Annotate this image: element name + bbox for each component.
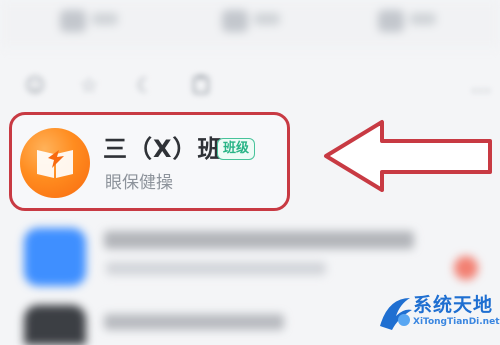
app-icon xyxy=(24,228,86,286)
toolbar-icon[interactable] xyxy=(60,10,86,32)
class-badge: 班级 xyxy=(217,138,256,160)
unread-badge xyxy=(454,256,478,280)
class-subtitle: 眼保健操 xyxy=(105,173,173,193)
filter-icon-row: ☺ ☆ ☾ … xyxy=(0,70,500,106)
app-icon xyxy=(24,305,86,345)
watermark-name: 系统天地 xyxy=(413,294,494,316)
watermark-url: XiTongTianDi.net xyxy=(413,317,500,327)
more-icon[interactable]: … xyxy=(470,74,492,96)
class-avatar xyxy=(20,128,90,198)
toolbar-icon[interactable] xyxy=(222,10,248,32)
clipboard-icon[interactable] xyxy=(190,74,212,96)
toolbar-label xyxy=(254,13,280,25)
toolbar-label xyxy=(410,13,436,25)
toolbar-icon[interactable] xyxy=(378,10,404,32)
class-title: 三（X）班 xyxy=(103,135,223,163)
top-toolbar xyxy=(0,0,500,48)
star-icon[interactable]: ☆ xyxy=(78,74,100,96)
toolbar-label xyxy=(92,13,118,25)
list-item-subtitle xyxy=(106,262,326,275)
list-item-title xyxy=(104,231,414,249)
arrow-left-icon xyxy=(324,120,492,192)
list-item-title xyxy=(104,314,284,330)
moon-icon[interactable]: ☾ xyxy=(134,74,156,96)
emoji-icon[interactable]: ☺ xyxy=(24,74,46,96)
book-icon xyxy=(37,150,73,178)
